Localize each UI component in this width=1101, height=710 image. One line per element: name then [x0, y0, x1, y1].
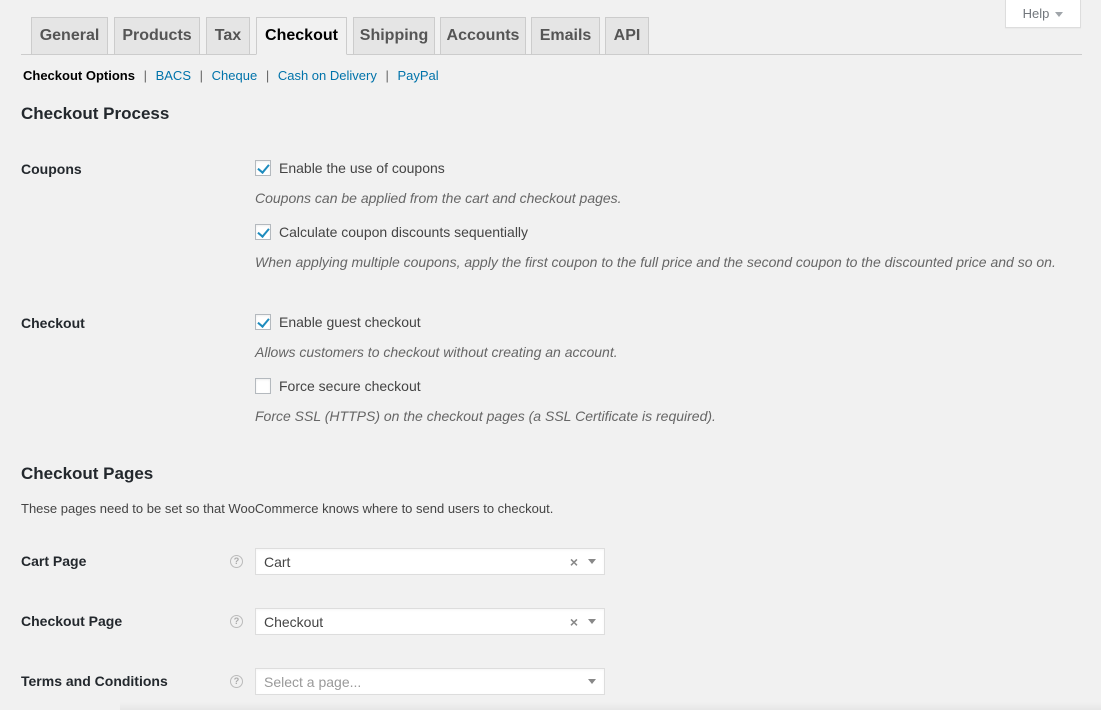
chevron-down-icon[interactable] [588, 619, 596, 624]
checkout-process-heading: Checkout Process [21, 104, 170, 123]
enable-coupons-checkbox[interactable] [255, 160, 271, 176]
subnav-separator: | [265, 68, 270, 83]
cart-page-label: Cart Page [21, 553, 87, 569]
enable-coupons-option[interactable]: Enable the use of coupons [255, 160, 445, 176]
guest-checkout-option[interactable]: Enable guest checkout [255, 314, 421, 330]
sequential-coupons-label: Calculate coupon discounts sequentially [279, 224, 529, 240]
clear-icon[interactable]: × [570, 614, 578, 630]
caret-down-icon [1055, 11, 1064, 17]
secure-checkout-description: Force SSL (HTTPS) on the checkout pages … [255, 408, 716, 424]
subnav-paypal[interactable]: PayPal [397, 68, 438, 83]
tab-general[interactable]: General [31, 17, 108, 54]
bottom-shadow [120, 702, 1101, 710]
subnav-checkout-options[interactable]: Checkout Options [23, 68, 135, 83]
checkout-page-label: Checkout Page [21, 613, 123, 629]
settings-page: Help General Products Tax Checkout Shipp… [0, 0, 1101, 710]
sequential-coupons-option[interactable]: Calculate coupon discounts sequentially [255, 224, 528, 240]
sequential-coupons-checkbox[interactable] [255, 224, 271, 240]
enable-coupons-description: Coupons can be applied from the cart and… [255, 190, 622, 206]
tab-checkout[interactable]: Checkout [256, 17, 347, 55]
help-tip-icon[interactable]: ? [230, 555, 243, 568]
tab-accounts[interactable]: Accounts [440, 17, 526, 54]
coupons-label: Coupons [21, 161, 82, 177]
checkout-pages-intro: These pages need to be set so that WooCo… [21, 501, 554, 516]
checkout-pages-heading: Checkout Pages [21, 464, 154, 483]
terms-page-select[interactable]: Select a page... [255, 668, 605, 695]
cart-page-value: Cart [264, 553, 291, 570]
subnav-separator: | [143, 68, 147, 83]
subnav-cash-on-delivery[interactable]: Cash on Delivery [278, 68, 377, 83]
tab-tax[interactable]: Tax [206, 17, 250, 54]
enable-coupons-label: Enable the use of coupons [279, 160, 445, 176]
chevron-down-icon[interactable] [588, 679, 596, 684]
terms-page-label: Terms and Conditions [21, 673, 168, 689]
checkout-sections-nav: Checkout Options | BACS | Cheque | Cash … [23, 67, 439, 85]
subnav-separator: | [199, 68, 204, 83]
secure-checkout-option[interactable]: Force secure checkout [255, 378, 421, 394]
guest-checkout-label: Enable guest checkout [279, 314, 421, 330]
secure-checkout-label: Force secure checkout [279, 378, 421, 394]
help-tip-icon[interactable]: ? [230, 675, 243, 688]
subnav-separator: | [385, 68, 389, 83]
clear-icon[interactable]: × [570, 554, 578, 570]
cart-page-select[interactable]: Cart × [255, 548, 605, 575]
chevron-down-icon[interactable] [588, 559, 596, 564]
tab-api[interactable]: API [605, 17, 649, 54]
subnav-cheque[interactable]: Cheque [212, 68, 258, 83]
checkout-page-select[interactable]: Checkout × [255, 608, 605, 635]
checkout-page-value: Checkout [264, 613, 324, 630]
tab-shipping[interactable]: Shipping [353, 17, 435, 54]
help-tip-icon[interactable]: ? [230, 615, 243, 628]
subnav-bacs[interactable]: BACS [156, 68, 191, 83]
secure-checkout-checkbox[interactable] [255, 378, 271, 394]
tab-emails[interactable]: Emails [531, 17, 600, 54]
settings-tabs: General Products Tax Checkout Shipping A… [21, 17, 1082, 55]
tab-products[interactable]: Products [114, 17, 200, 54]
sequential-coupons-description: When applying multiple coupons, apply th… [255, 254, 1056, 270]
guest-checkout-checkbox[interactable] [255, 314, 271, 330]
terms-page-placeholder: Select a page... [264, 673, 362, 690]
guest-checkout-description: Allows customers to checkout without cre… [255, 344, 618, 360]
checkout-label: Checkout [21, 315, 85, 331]
